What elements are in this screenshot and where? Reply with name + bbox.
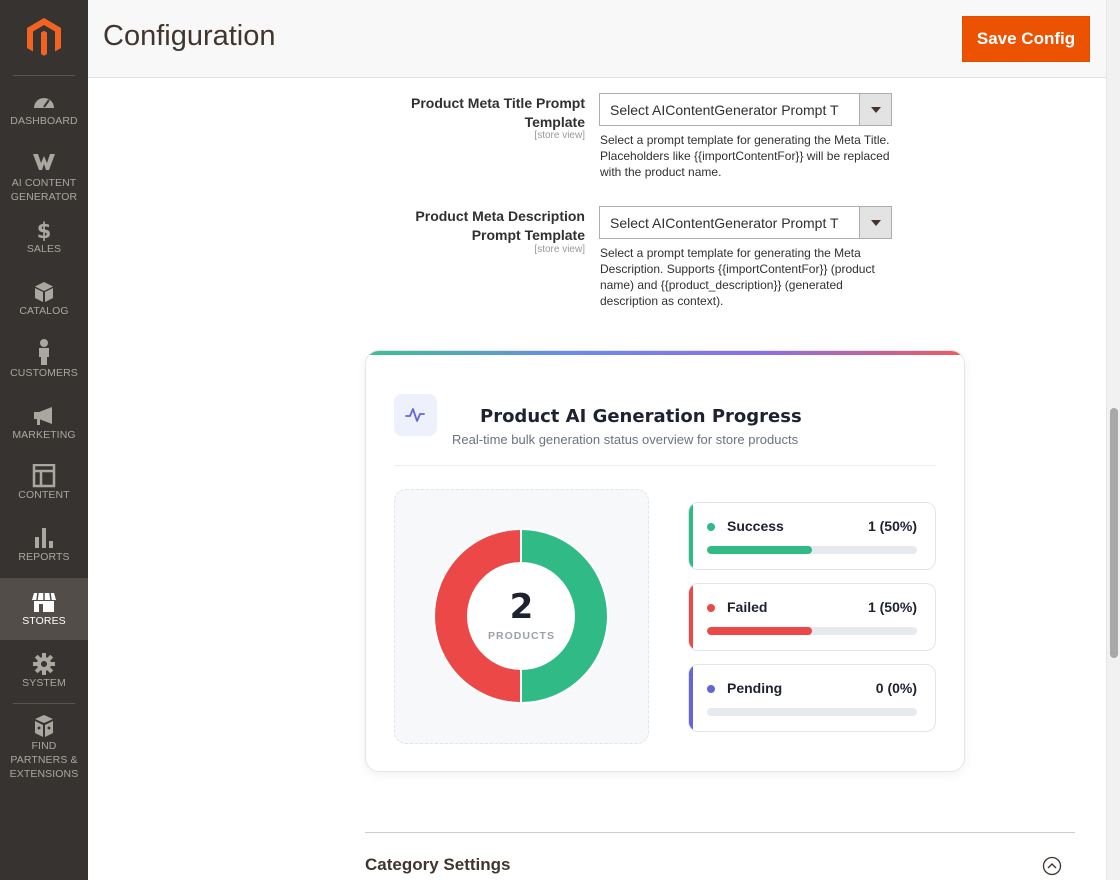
- card-subtitle: Real-time bulk generation status overvie…: [452, 432, 799, 447]
- meta-title-template-label: Product Meta Title Prompt Template: [411, 95, 585, 130]
- stat-accent: [689, 584, 693, 650]
- nav-catalog[interactable]: CATALOG: [0, 280, 88, 320]
- logo-divider: [13, 75, 75, 76]
- nav-label: REPORTS: [18, 551, 70, 563]
- stat-label: Success: [727, 518, 784, 534]
- status-dot: [707, 604, 715, 612]
- chevron-up-circle-icon[interactable]: [1042, 856, 1062, 876]
- cube-icon: [31, 280, 57, 304]
- nav-label: SALES: [26, 243, 62, 255]
- stat-label: Failed: [727, 599, 768, 615]
- blocks-icon: [31, 714, 57, 738]
- progress-track: [707, 627, 917, 635]
- nav-label: SYSTEM: [22, 677, 66, 689]
- nav-label: MARKETING: [12, 429, 76, 441]
- progress-fill: [707, 546, 812, 554]
- gear-icon: [31, 652, 57, 676]
- dashboard-icon: [31, 90, 57, 114]
- save-config-button[interactable]: Save Config: [962, 16, 1090, 62]
- status-dot: [707, 685, 715, 693]
- nav-label: CUSTOMERS: [10, 367, 78, 379]
- category-settings-header[interactable]: Category Settings: [365, 855, 510, 875]
- vertical-scrollbar[interactable]: [1106, 0, 1120, 880]
- nav-label: DASHBOARD: [10, 115, 78, 127]
- ai-content-generator-icon: [31, 150, 57, 174]
- nav-ai-content-generator[interactable]: AI CONTENT GENERATOR: [0, 150, 88, 203]
- donut-caption: PRODUCTS: [488, 630, 555, 642]
- person-icon: [31, 338, 57, 366]
- stat-label: Pending: [727, 680, 783, 696]
- svg-text:$: $: [37, 219, 52, 242]
- stat-value: 0 (0%): [875, 680, 917, 696]
- nav-label: FIND PARTNERS & EXTENSIONS: [9, 740, 79, 780]
- generation-progress-card: Product AI Generation Progress Real-time…: [365, 350, 965, 772]
- meta-title-note: Select a prompt template for generating …: [600, 133, 890, 179]
- meta-description-note: Select a prompt template for generating …: [600, 246, 875, 308]
- meta-title-scope: [store view]: [534, 130, 585, 141]
- stat-card-success: Success 1 (50%): [688, 502, 936, 570]
- stat-value: 1 (50%): [867, 518, 917, 534]
- nav-label: STORES: [22, 615, 66, 627]
- select-value: Select AIContentGenerator Prompt T: [610, 215, 839, 231]
- dollar-icon: $: [31, 218, 57, 242]
- nav-divider: [13, 703, 75, 704]
- section-divider: [365, 832, 1075, 833]
- progress-fill: [707, 627, 812, 635]
- card-title: Product AI Generation Progress: [480, 406, 802, 427]
- magento-logo[interactable]: [24, 16, 64, 60]
- nav-marketing[interactable]: MARKETING: [0, 404, 88, 444]
- stat-card-failed: Failed 1 (50%): [688, 583, 936, 651]
- progress-track: [707, 708, 917, 716]
- page-header: Configuration Save Config: [88, 0, 1106, 78]
- meta-title-template-select[interactable]: Select AIContentGenerator Prompt T: [599, 93, 892, 126]
- activity-pulse-icon: [394, 394, 437, 436]
- page-title: Configuration: [103, 20, 276, 52]
- nav-label: CONTENT: [18, 489, 70, 501]
- admin-sidebar: DASHBOARD AI CONTENT GENERATOR $ SALES C…: [0, 0, 88, 880]
- nav-label: CATALOG: [19, 305, 69, 317]
- nav-sales[interactable]: $ SALES: [0, 218, 88, 258]
- nav-stores[interactable]: STORES: [0, 578, 88, 640]
- card-divider: [394, 465, 936, 466]
- select-value: Select AIContentGenerator Prompt T: [610, 102, 839, 118]
- progress-track: [707, 546, 917, 554]
- nav-content[interactable]: CONTENT: [0, 464, 88, 504]
- donut-total: 2: [509, 587, 534, 627]
- megaphone-icon: [31, 404, 57, 428]
- meta-description-scope: [store view]: [534, 244, 585, 255]
- bar-chart-icon: [31, 526, 57, 550]
- nav-reports[interactable]: REPORTS: [0, 526, 88, 566]
- nav-find-partners[interactable]: FIND PARTNERS & EXTENSIONS: [0, 714, 88, 780]
- card-accent-bar: [366, 351, 964, 355]
- stat-card-pending: Pending 0 (0%): [688, 664, 936, 732]
- meta-description-template-label: Product Meta Description Prompt Template: [415, 208, 585, 243]
- chevron-down-icon[interactable]: [859, 94, 891, 125]
- donut-chart-panel: 2 PRODUCTS: [394, 489, 649, 744]
- scrollbar-thumb[interactable]: [1110, 408, 1118, 658]
- nav-dashboard[interactable]: DASHBOARD: [0, 90, 88, 130]
- stat-accent: [689, 665, 693, 731]
- storefront-icon: [31, 590, 57, 614]
- stat-accent: [689, 503, 693, 569]
- nav-customers[interactable]: CUSTOMERS: [0, 338, 88, 382]
- status-dot: [707, 523, 715, 531]
- nav-system[interactable]: SYSTEM: [0, 652, 88, 692]
- meta-description-template-select[interactable]: Select AIContentGenerator Prompt T: [599, 206, 892, 239]
- stat-value: 1 (50%): [867, 599, 917, 615]
- nav-label: AI CONTENT GENERATOR: [10, 177, 78, 203]
- layout-icon: [31, 464, 57, 488]
- chevron-down-icon[interactable]: [859, 207, 891, 238]
